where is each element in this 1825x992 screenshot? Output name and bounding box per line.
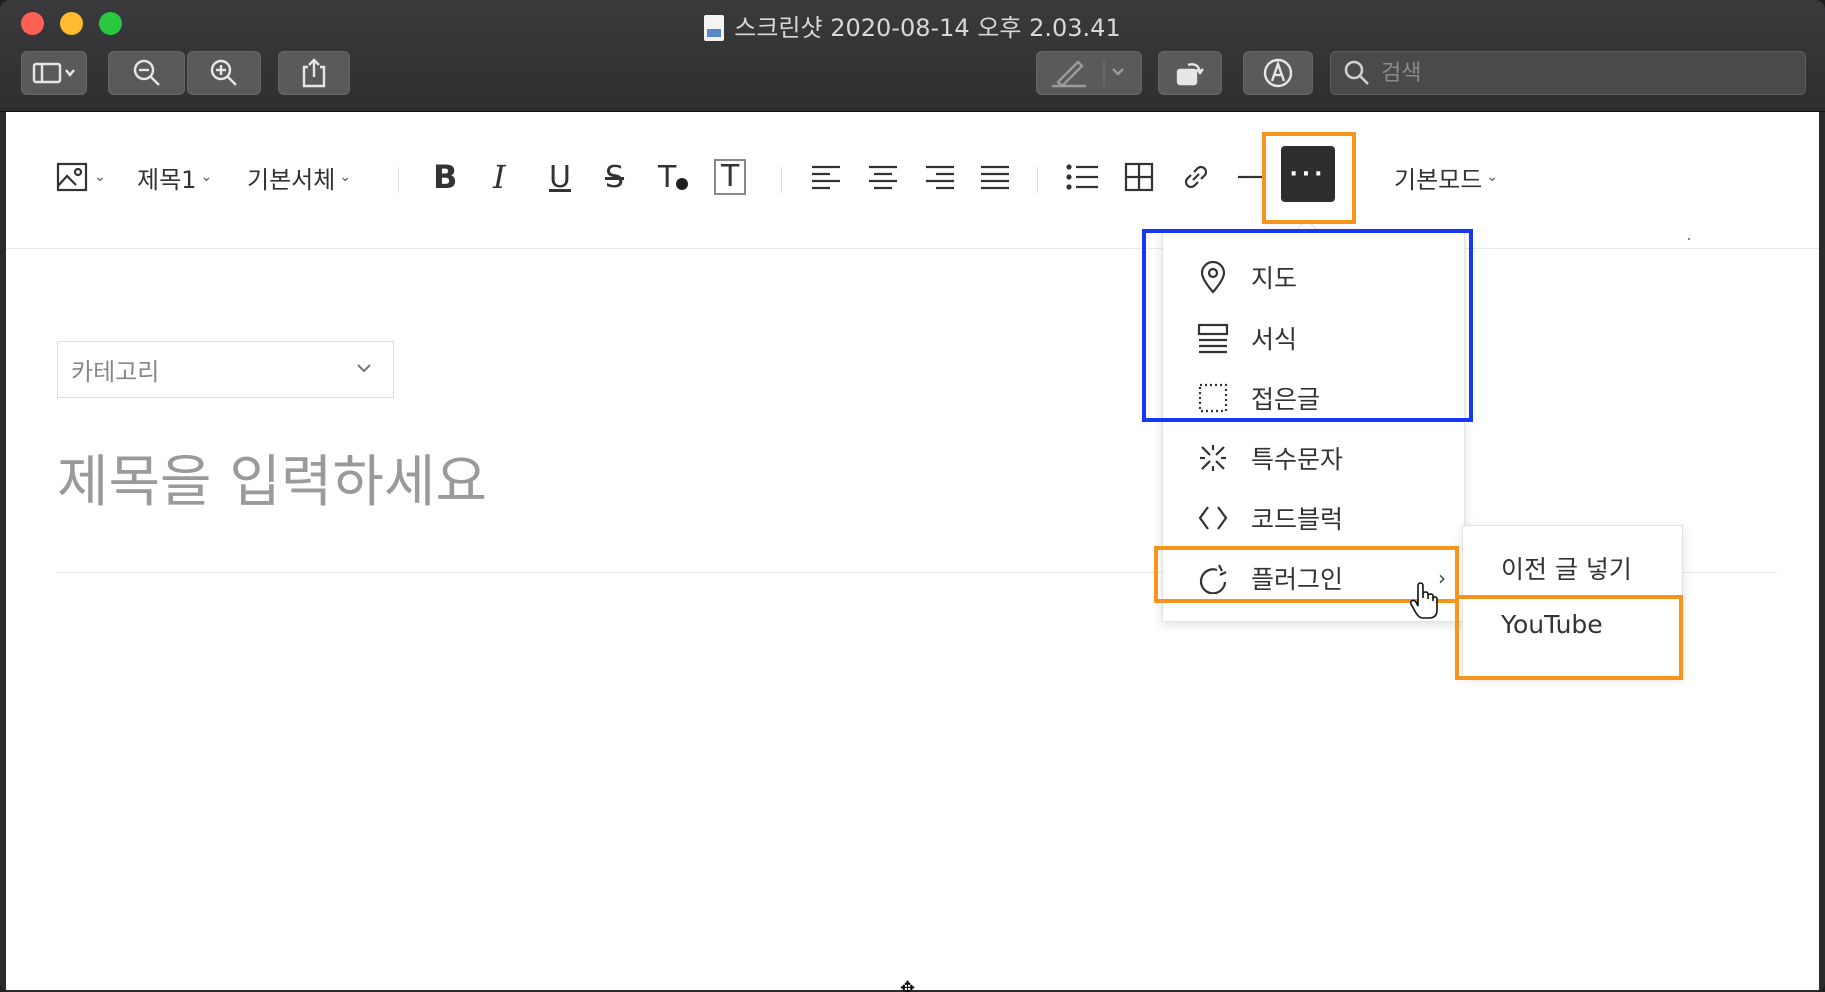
chevron-down-icon: ⌄ — [94, 169, 106, 185]
rotate-icon — [1176, 63, 1204, 86]
italic-icon: I — [493, 158, 506, 196]
text-background-icon: T — [714, 159, 747, 195]
share-button[interactable] — [278, 51, 350, 95]
strikethrough-icon: S — [605, 159, 625, 195]
resize-handle-icon[interactable]: ✥ — [900, 978, 915, 992]
align-right-icon — [926, 165, 954, 190]
title-bar: 스크린샷 2020-08-14 오후 2.03.41 — [0, 0, 1825, 112]
strikethrough-button[interactable]: S — [605, 152, 624, 202]
chevron-down-icon: ⌄ — [339, 169, 352, 185]
toolbar-divider — [398, 167, 399, 193]
rotate-button[interactable] — [1158, 51, 1222, 95]
zoom-out-button[interactable] — [108, 51, 185, 95]
toolbar-divider — [781, 167, 782, 193]
zoom-in-icon — [210, 59, 237, 86]
bold-button[interactable]: B — [433, 152, 457, 202]
insert-image-button[interactable]: ⌄ — [56, 152, 106, 202]
align-justify-icon — [981, 165, 1009, 190]
link-icon — [1184, 165, 1208, 189]
table-button[interactable] — [1124, 152, 1154, 202]
editor-mode-dropdown[interactable]: 기본모드 ⌄ — [1394, 152, 1498, 202]
bullet-list-icon — [1066, 164, 1098, 190]
chevron-down-icon: ⌄ — [1486, 169, 1499, 185]
annotation-blue-box — [1142, 229, 1473, 422]
dot-mark — [1688, 238, 1690, 240]
align-right-button[interactable] — [924, 152, 956, 202]
heading-label: 제목1 — [137, 165, 197, 194]
zoom-in-button[interactable] — [187, 51, 261, 95]
bullet-list-button[interactable] — [1066, 152, 1100, 202]
align-center-button[interactable] — [867, 152, 899, 202]
markup-circle-icon — [1263, 58, 1293, 88]
preview-window: 스크린샷 2020-08-14 오후 2.03.41 검색 ⌄ 제목1 ⌄ 기본… — [0, 0, 1825, 992]
annotation-orange-box-youtube — [1455, 595, 1683, 680]
share-icon — [302, 58, 326, 88]
align-left-button[interactable] — [810, 152, 842, 202]
window-title-text: 스크린샷 2020-08-14 오후 2.03.41 — [734, 14, 1121, 42]
italic-button[interactable]: I — [493, 152, 506, 202]
menu-item-special-char[interactable]: 특수문자 — [1163, 428, 1464, 488]
text-color-button[interactable]: T — [658, 152, 689, 202]
document-icon — [704, 15, 725, 41]
menu-item-label: 코드블럭 — [1251, 505, 1344, 534]
hand-cursor-icon — [1409, 582, 1438, 619]
editor-toolbar: ⌄ 제목1 ⌄ 기본서체 ⌄ B I U S T T ··· 기본모드 ⌄ — [6, 112, 1819, 249]
search-input[interactable] — [1379, 59, 1783, 87]
category-placeholder: 카테고리 — [71, 358, 160, 386]
submenu-item-previous-post[interactable]: 이전 글 넣기 — [1501, 550, 1632, 586]
bold-icon: B — [433, 158, 458, 196]
zoom-out-icon — [133, 59, 160, 86]
heading-dropdown[interactable]: 제목1 ⌄ — [137, 152, 212, 202]
document-content: ⌄ 제목1 ⌄ 기본서체 ⌄ B I U S T T ··· 기본모드 ⌄ 카테… — [6, 112, 1819, 990]
mode-label: 기본모드 — [1394, 165, 1483, 194]
code-icon — [1195, 500, 1231, 536]
chevron-down-icon: ⌄ — [200, 169, 213, 185]
underline-button[interactable]: U — [549, 152, 571, 202]
align-justify-button[interactable] — [979, 152, 1011, 202]
annotation-orange-box-more — [1262, 132, 1356, 224]
underline-icon: U — [549, 159, 571, 195]
post-title-input[interactable]: 제목을 입력하세요 — [57, 437, 487, 518]
window-title: 스크린샷 2020-08-14 오후 2.03.41 — [0, 8, 1825, 43]
align-left-icon — [812, 165, 840, 190]
pen-icon — [1052, 60, 1124, 88]
special-char-icon — [1195, 440, 1231, 476]
color-dot-icon — [676, 178, 689, 190]
search-field[interactable] — [1330, 51, 1806, 95]
text-background-button[interactable]: T — [714, 152, 747, 202]
sidebar-icon — [32, 62, 75, 84]
font-dropdown[interactable]: 기본서체 ⌄ — [247, 152, 351, 202]
category-select[interactable]: 카테고리 — [57, 341, 394, 398]
sidebar-toggle-button[interactable] — [21, 51, 87, 95]
markup-button[interactable] — [1036, 51, 1142, 95]
text-color-icon: T — [658, 159, 677, 195]
font-label: 기본서체 — [247, 165, 336, 194]
align-center-icon — [869, 165, 897, 190]
image-icon — [56, 162, 88, 192]
link-button[interactable] — [1180, 152, 1212, 202]
search-icon — [1344, 60, 1369, 85]
menu-item-label: 특수문자 — [1251, 445, 1344, 474]
table-icon — [1124, 162, 1154, 192]
chevron-down-icon — [357, 364, 371, 373]
menu-item-code-block[interactable]: 코드블럭 — [1163, 488, 1464, 548]
annotate-button[interactable] — [1243, 51, 1313, 95]
toolbar-divider — [1037, 167, 1038, 193]
